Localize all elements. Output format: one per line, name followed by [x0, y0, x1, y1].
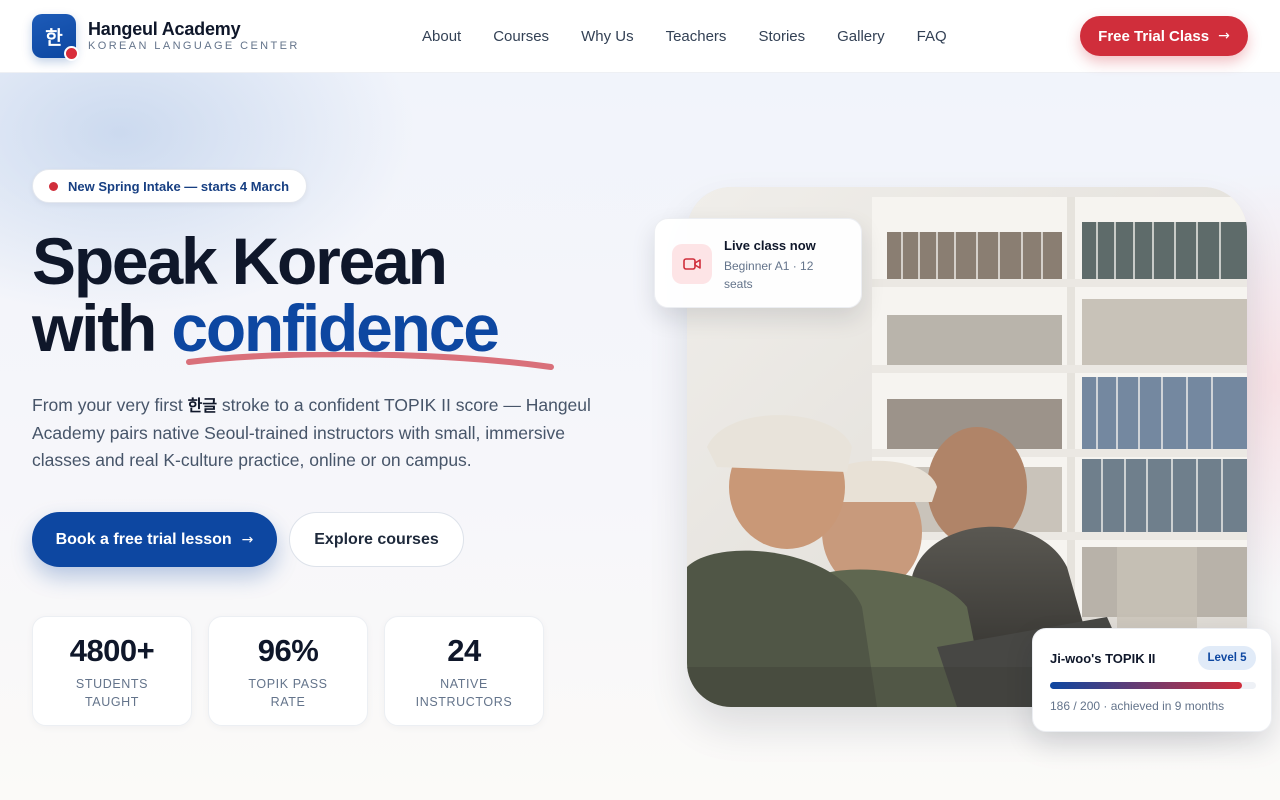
hero-lead-paragraph: From your very first 한글 stroke to a conf…: [32, 392, 592, 475]
stat-card-students: 4800+ STUDENTS TAUGHT: [32, 616, 192, 726]
nav-link-courses[interactable]: Courses: [477, 28, 565, 45]
arrow-right-icon: →: [241, 531, 254, 548]
topik-progress-bar: [1050, 682, 1256, 689]
nav-link-gallery[interactable]: Gallery: [821, 28, 901, 45]
live-class-card[interactable]: Live class now Beginner A1 · 12 seats: [654, 218, 862, 308]
hero-heading-prefix: with: [32, 291, 157, 365]
topik-card-caption: 186 / 200 · achieved in 9 months: [1050, 699, 1225, 713]
free-trial-button-label: Free Trial Class: [1098, 27, 1210, 45]
video-camera-icon: [672, 244, 712, 284]
book-trial-button[interactable]: Book a free trial lesson →: [32, 512, 277, 567]
status-dot-icon: [49, 181, 58, 191]
lead-hangul: 한글: [187, 396, 218, 415]
stat-value: 4800+: [69, 633, 155, 668]
arrow-right-icon: →: [1218, 28, 1230, 44]
explore-courses-button-label: Explore courses: [314, 530, 439, 548]
stat-card-pass-rate: 96% TOPIK PASS RATE: [208, 616, 368, 726]
nav-link-about[interactable]: About: [406, 28, 477, 45]
top-navbar: 한 Hangeul Academy KOREAN LANGUAGE CENTER…: [0, 0, 1280, 73]
topik-card-title: Ji-woo's TOPIK II: [1050, 651, 1156, 666]
book-trial-button-label: Book a free trial lesson: [55, 530, 232, 548]
logo-badge-dot: [64, 46, 79, 61]
level-badge: Level 5: [1198, 646, 1256, 670]
stat-value: 24: [447, 633, 481, 668]
brand-name[interactable]: Hangeul Academy: [88, 19, 241, 40]
stat-value: 96%: [257, 633, 319, 668]
nav-link-faq[interactable]: FAQ: [901, 28, 963, 45]
brand-tagline: KOREAN LANGUAGE CENTER: [88, 40, 300, 52]
lead-text-part1: From your very first: [32, 395, 183, 415]
nav-link-teachers[interactable]: Teachers: [650, 28, 743, 45]
topik-progress-fill: [1050, 682, 1242, 689]
live-class-title: Live class now: [724, 238, 816, 253]
stat-card-instructors: 24 NATIVE INSTRUCTORS: [384, 616, 544, 726]
announcement-pill[interactable]: New Spring Intake — starts 4 March: [32, 169, 307, 203]
topik-progress-card[interactable]: Ji-woo's TOPIK II Level 5 186 / 200 · ac…: [1032, 628, 1272, 732]
hero-heading-line1: Speak Korean: [32, 224, 448, 298]
live-class-subtitle: Beginner A1 · 12 seats: [724, 259, 814, 291]
nav-link-why-us[interactable]: Why Us: [565, 28, 650, 45]
stat-label: STUDENTS TAUGHT: [75, 677, 149, 709]
stat-label: NATIVE INSTRUCTORS: [415, 677, 513, 709]
explore-courses-button[interactable]: Explore courses: [289, 512, 464, 567]
nav-link-stories[interactable]: Stories: [742, 28, 821, 45]
heading-underline-swoosh: [186, 352, 554, 370]
stat-label: TOPIK PASS RATE: [248, 677, 328, 709]
free-trial-button[interactable]: Free Trial Class →: [1080, 16, 1248, 56]
announcement-text: New Spring Intake — starts 4 March: [68, 178, 290, 194]
nav-links: About Courses Why Us Teachers Stories Ga…: [406, 28, 963, 45]
